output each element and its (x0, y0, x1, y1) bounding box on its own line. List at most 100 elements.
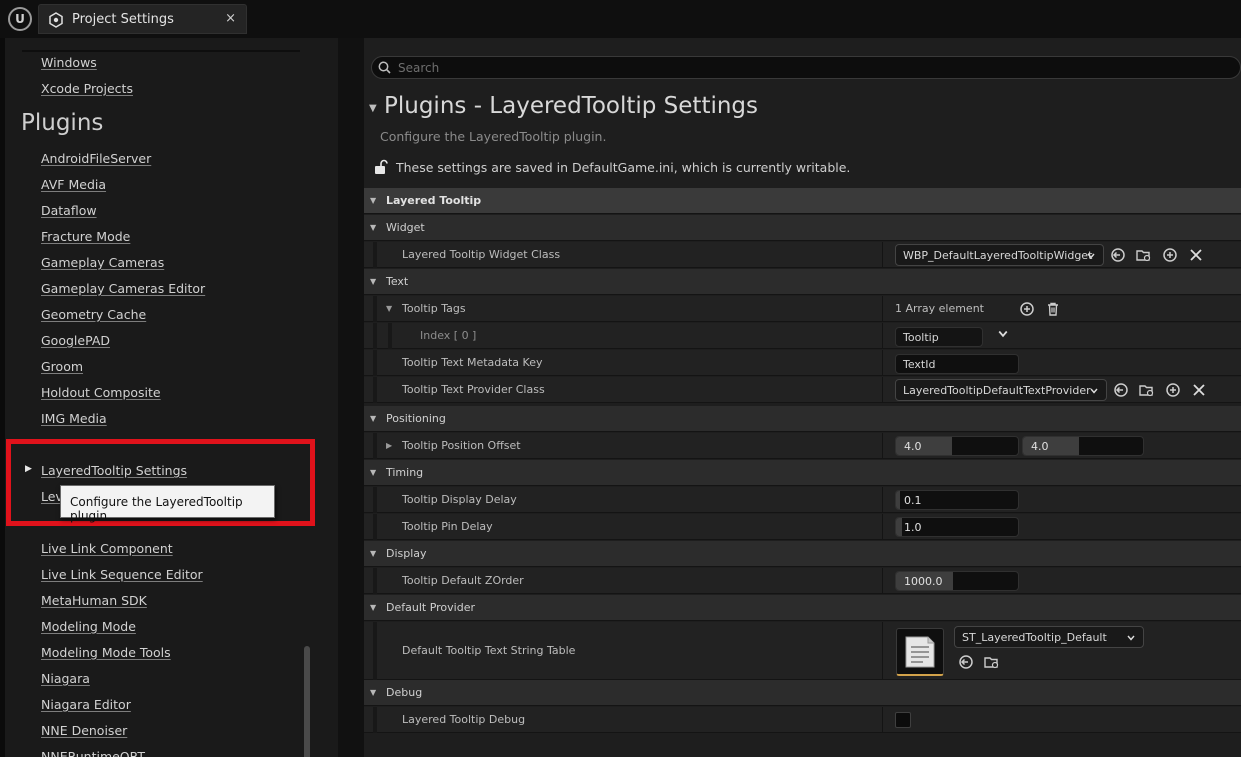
metadata-key-field[interactable]: TextId (895, 354, 1019, 374)
column-divider[interactable] (882, 323, 883, 348)
property-row-zorder: Tooltip Default ZOrder 1000.0 (364, 568, 1241, 594)
combo-value: ST_LayeredTooltip_Default (962, 631, 1107, 644)
property-label: Tooltip Default ZOrder (402, 574, 524, 587)
column-divider[interactable] (882, 622, 883, 679)
collapse-arrow-icon[interactable]: ▼ (370, 549, 376, 558)
sidebar-item-xcode-projects[interactable]: Xcode Projects (41, 81, 133, 96)
column-divider[interactable] (882, 568, 883, 593)
collapse-arrow-icon[interactable]: ▼ (370, 688, 376, 697)
sidebar-item-googlepad[interactable]: GooglePAD (41, 333, 110, 348)
add-icon[interactable] (1162, 247, 1178, 263)
pin-delay-field[interactable]: 1.0 (895, 517, 1019, 537)
browse-folder-icon[interactable] (984, 654, 1000, 670)
section-display[interactable]: ▼ Display (364, 541, 1241, 567)
sidebar-item-avf-media[interactable]: AVF Media (41, 177, 106, 192)
sidebar-item-niagara[interactable]: Niagara (41, 671, 90, 686)
debug-checkbox[interactable] (895, 712, 911, 728)
sidebar-item-nneruntimeort[interactable]: NNERuntimeORT (41, 749, 145, 757)
string-table-combo[interactable]: ST_LayeredTooltip_Default (954, 626, 1144, 648)
browse-folder-icon[interactable] (1136, 247, 1152, 263)
use-selected-icon[interactable] (958, 654, 974, 670)
collapse-arrow-icon[interactable]: ▼ (370, 603, 376, 612)
column-divider[interactable] (882, 377, 883, 402)
sidebar-item-gameplay-cameras[interactable]: Gameplay Cameras (41, 255, 164, 270)
unreal-logo-icon[interactable]: U (8, 7, 32, 31)
column-divider[interactable] (882, 487, 883, 512)
clear-icon[interactable] (1191, 382, 1207, 398)
sidebar-item-windows[interactable]: Windows (41, 55, 97, 70)
property-row-tooltip-tags: ▼ Tooltip Tags 1 Array element (364, 296, 1241, 322)
sidebar-item-groom[interactable]: Groom (41, 359, 83, 374)
collapse-arrow-icon[interactable]: ▼ (370, 414, 376, 423)
close-icon[interactable]: × (225, 11, 236, 26)
widget-class-combo[interactable]: WBP_DefaultLayeredTooltipWidget (895, 244, 1104, 266)
sidebar-item-img-media[interactable]: IMG Media (41, 411, 107, 426)
collapse-arrow-icon[interactable]: ▼ (370, 223, 376, 232)
display-delay-field[interactable]: 0.1 (895, 490, 1019, 510)
string-table-icon (905, 636, 935, 668)
section-positioning[interactable]: ▼ Positioning (364, 406, 1241, 432)
sidebar-item-fracture-mode[interactable]: Fracture Mode (41, 229, 130, 244)
property-row-string-table: Default Tooltip Text String Table ST_Lay… (364, 622, 1241, 680)
sidebar-item-live-link-sequence-editor[interactable]: Live Link Sequence Editor (41, 567, 203, 582)
section-text[interactable]: ▼ Text (364, 269, 1241, 295)
sidebar-item-metahuman-sdk[interactable]: MetaHuman SDK (41, 593, 147, 608)
trash-icon[interactable] (1045, 301, 1061, 317)
tag-value-field[interactable]: Tooltip (895, 327, 983, 347)
sidebar-item-niagara-editor[interactable]: Niagara Editor (41, 697, 131, 712)
column-divider[interactable] (882, 296, 883, 321)
use-selected-icon[interactable] (1110, 247, 1126, 263)
clear-icon[interactable] (1188, 247, 1204, 263)
sidebar-item-androidfileserver[interactable]: AndroidFileServer (41, 151, 151, 166)
sidebar-item-modeling-mode[interactable]: Modeling Mode (41, 619, 136, 634)
collapse-arrow-icon[interactable]: ▼ (370, 468, 376, 477)
tab-project-settings[interactable]: Project Settings × (38, 4, 247, 34)
expand-arrow-icon[interactable]: ▶ (386, 441, 392, 450)
section-timing[interactable]: ▼ Timing (364, 460, 1241, 486)
add-element-icon[interactable] (1019, 301, 1035, 317)
property-row-tags-index-0: Index [ 0 ] Tooltip (364, 323, 1241, 349)
panel-splitter[interactable] (338, 38, 364, 757)
search-icon (378, 61, 391, 74)
sidebar-item-geometry-cache[interactable]: Geometry Cache (41, 307, 146, 322)
search-box[interactable] (371, 56, 1241, 79)
collapse-arrow-icon[interactable]: ▼ (370, 196, 376, 205)
column-divider[interactable] (882, 242, 883, 267)
plugins-heading: Plugins (21, 110, 104, 136)
sidebar-item-modeling-mode-tools[interactable]: Modeling Mode Tools (41, 645, 171, 660)
offset-x-field[interactable]: 4.0 (895, 436, 1019, 456)
use-selected-icon[interactable] (1113, 382, 1129, 398)
chevron-down-icon[interactable] (998, 329, 1008, 339)
collapse-arrow-icon[interactable]: ▼ (386, 304, 392, 313)
collapse-arrow-icon[interactable]: ▼ (369, 103, 377, 114)
category-layered-tooltip[interactable]: ▼ Layered Tooltip (364, 188, 1241, 214)
section-default-provider[interactable]: ▼ Default Provider (364, 595, 1241, 621)
property-label: Layered Tooltip Widget Class (402, 248, 561, 261)
field-value: 0.1 (904, 494, 922, 507)
column-divider[interactable] (882, 514, 883, 539)
section-debug[interactable]: ▼ Debug (364, 680, 1241, 706)
search-input[interactable] (398, 59, 1198, 76)
sidebar-item-holdout-composite[interactable]: Holdout Composite (41, 385, 161, 400)
tab-title: Project Settings (72, 12, 174, 27)
zorder-field[interactable]: 1000.0 (895, 571, 1019, 591)
browse-folder-icon[interactable] (1139, 382, 1155, 398)
section-title: Widget (386, 221, 425, 234)
sidebar-item-live-link-component[interactable]: Live Link Component (41, 541, 173, 556)
asset-thumbnail[interactable] (896, 628, 944, 676)
add-icon[interactable] (1165, 382, 1181, 398)
unlock-icon[interactable] (374, 159, 388, 175)
sidebar-scrollbar[interactable] (304, 646, 310, 757)
column-divider[interactable] (882, 433, 883, 458)
provider-class-combo[interactable]: LayeredTooltipDefaultTextProvider (895, 379, 1107, 401)
category-title: Layered Tooltip (386, 194, 482, 207)
sidebar-item-dataflow[interactable]: Dataflow (41, 203, 97, 218)
column-divider[interactable] (882, 707, 883, 732)
collapse-arrow-icon[interactable]: ▼ (370, 277, 376, 286)
offset-y-field[interactable]: 4.0 (1022, 436, 1144, 456)
sidebar-item-gameplay-cameras-editor[interactable]: Gameplay Cameras Editor (41, 281, 205, 296)
indent-bar (373, 568, 377, 594)
column-divider[interactable] (882, 350, 883, 375)
sidebar-item-nne-denoiser[interactable]: NNE Denoiser (41, 723, 127, 738)
section-widget[interactable]: ▼ Widget (364, 215, 1241, 241)
